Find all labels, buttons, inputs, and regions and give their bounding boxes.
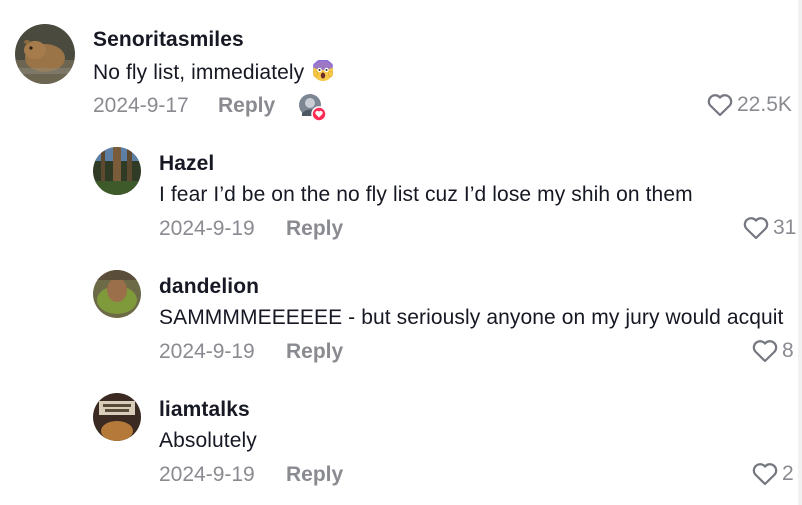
creator-liked-badge xyxy=(298,93,327,122)
comment-date: 2024-9-17 xyxy=(93,94,189,117)
like-button[interactable]: 2 xyxy=(752,462,794,486)
reply-button[interactable]: Reply xyxy=(286,463,343,487)
heart-outline-icon xyxy=(707,94,733,117)
creator-avatar-icon xyxy=(299,94,327,122)
comment-date: 2024-9-19 xyxy=(159,217,255,240)
heart-outline-icon xyxy=(752,340,778,363)
like-count: 2 xyxy=(782,462,794,485)
reply-comment-item: dandelion SAMMMMEEEEEE - but seriously a… xyxy=(0,253,802,376)
scrollbar-track[interactable] xyxy=(798,0,802,505)
comment-text: SAMMMMEEEEEE - but seriously anyone on m… xyxy=(159,306,784,329)
reply-button[interactable]: Reply xyxy=(286,217,343,241)
like-button[interactable]: 31 xyxy=(743,216,796,240)
capybara-avatar-image xyxy=(15,24,75,84)
forest-avatar-image xyxy=(93,147,141,195)
reply-comment-item: liamtalks Absolutely 2024-9-19 Reply 2 xyxy=(0,376,802,505)
dandelion-avatar-image xyxy=(93,270,141,318)
comment-text: I fear I’d be on the no fly list cuz I’d… xyxy=(159,183,693,206)
like-count: 8 xyxy=(782,339,794,362)
avatar[interactable] xyxy=(93,393,141,441)
reply-button[interactable]: Reply xyxy=(218,94,275,118)
comment-text: Absolutely xyxy=(159,429,257,452)
comment-username[interactable]: Senoritasmiles xyxy=(93,28,244,52)
comment-date: 2024-9-19 xyxy=(159,340,255,363)
comment-text: No fly list, immediately xyxy=(93,59,334,88)
comment-text-body: No fly list, immediately xyxy=(93,61,305,84)
comment-username[interactable]: Hazel xyxy=(159,152,214,176)
avatar[interactable] xyxy=(93,147,141,195)
comments-panel: Senoritasmiles No fly list, immediately … xyxy=(0,0,802,505)
like-button[interactable]: 22.5K xyxy=(707,93,792,117)
like-button[interactable]: 8 xyxy=(752,339,794,363)
reply-button[interactable]: Reply xyxy=(286,340,343,364)
heart-outline-icon xyxy=(752,463,778,486)
heart-outline-icon xyxy=(743,217,769,240)
avatar[interactable] xyxy=(15,24,75,84)
like-count: 22.5K xyxy=(737,93,792,116)
reply-comment-item: Hazel I fear I’d be on the no fly list c… xyxy=(0,130,802,253)
comment-username[interactable]: dandelion xyxy=(159,275,259,299)
comment-date: 2024-9-19 xyxy=(159,463,255,486)
liamtalks-avatar-image xyxy=(93,393,141,441)
avatar[interactable] xyxy=(93,270,141,318)
screaming-face-emoji-icon xyxy=(312,59,334,88)
like-count: 31 xyxy=(773,216,797,239)
comment-item: Senoritasmiles No fly list, immediately … xyxy=(0,0,802,130)
comment-username[interactable]: liamtalks xyxy=(159,398,250,422)
